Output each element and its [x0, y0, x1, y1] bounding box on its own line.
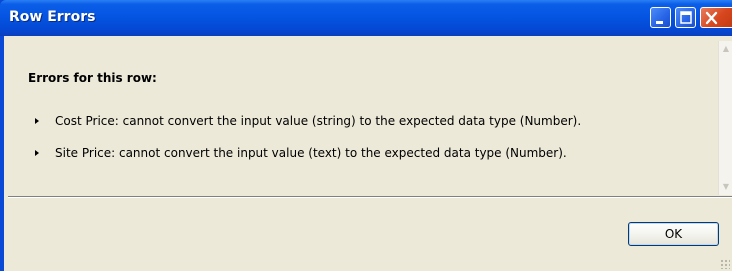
- error-item: Cost Price: cannot convert the input val…: [35, 114, 581, 128]
- errors-panel: Errors for this row: Cost Price: cannot …: [9, 41, 708, 195]
- scroll-up-icon[interactable]: ▲: [720, 43, 732, 55]
- minimize-button[interactable]: [650, 7, 671, 28]
- maximize-icon: [680, 11, 692, 24]
- footer-divider: [8, 196, 732, 198]
- bullet-arrow-icon: [35, 118, 39, 124]
- ok-button[interactable]: OK: [628, 222, 719, 246]
- bullet-arrow-icon: [35, 150, 39, 156]
- error-text: Site Price: cannot convert the input val…: [55, 146, 567, 160]
- dialog-body: Errors for this row: Cost Price: cannot …: [4, 36, 732, 271]
- errors-heading: Errors for this row:: [28, 71, 157, 85]
- close-button[interactable]: [700, 7, 732, 28]
- window-title: Row Errors: [9, 9, 96, 25]
- minimize-icon: [656, 21, 663, 24]
- close-icon: [705, 11, 718, 25]
- error-item: Site Price: cannot convert the input val…: [35, 146, 567, 160]
- vertical-scrollbar[interactable]: ▲ ▼: [718, 41, 732, 195]
- row-errors-dialog: Row Errors Errors for this row: Cost Pri…: [0, 0, 732, 271]
- resize-grip-icon[interactable]: [720, 259, 730, 269]
- title-bar[interactable]: Row Errors: [0, 0, 732, 36]
- scroll-down-icon[interactable]: ▼: [720, 181, 732, 193]
- maximize-button[interactable]: [675, 7, 696, 28]
- error-text: Cost Price: cannot convert the input val…: [55, 114, 582, 128]
